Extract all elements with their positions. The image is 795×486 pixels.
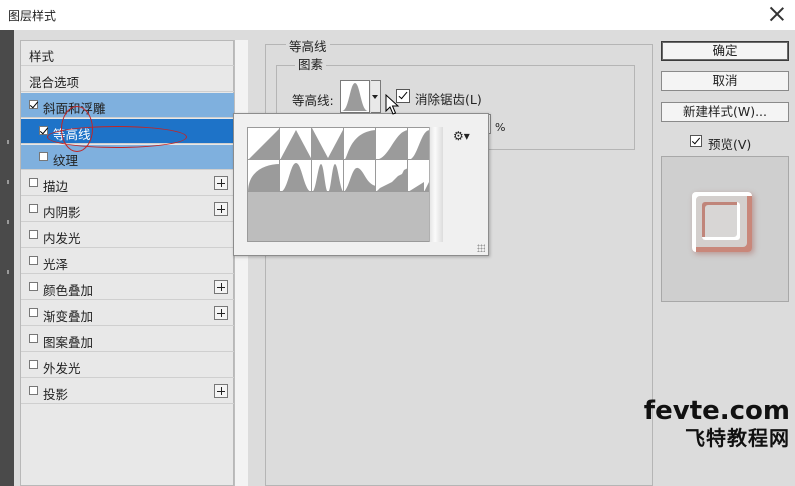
ring-double-contour-icon bbox=[312, 164, 344, 192]
style-list-header[interactable]: 样式 bbox=[21, 41, 234, 66]
style-item-inner-shadow[interactable]: 内阴影 bbox=[21, 197, 234, 222]
inner-glow-checkbox[interactable] bbox=[29, 230, 38, 239]
contour-picker-scrollbar[interactable] bbox=[429, 127, 443, 242]
contour-preset-rounded-steps[interactable] bbox=[376, 160, 408, 192]
style-item-label: 纹理 bbox=[53, 153, 79, 168]
style-item-gradient-overlay[interactable]: 渐变叠加 bbox=[21, 301, 234, 326]
style-item-bevel-emboss[interactable]: 斜面和浮雕 bbox=[21, 93, 234, 118]
style-list: 样式 混合选项 斜面和浮雕 等高线 纹理 描边 内阴影 内发光 光泽 颜色叠加 … bbox=[20, 40, 248, 486]
style-item-inner-glow[interactable]: 内发光 bbox=[21, 223, 234, 248]
contour-preset-grid bbox=[247, 127, 443, 242]
style-item-label: 内发光 bbox=[43, 231, 81, 246]
gear-icon[interactable]: ⚙▾ bbox=[453, 129, 471, 143]
style-item-stroke[interactable]: 描边 bbox=[21, 171, 234, 196]
preview-tile bbox=[692, 192, 752, 252]
style-item-outer-glow[interactable]: 外发光 bbox=[21, 353, 234, 378]
style-preview-thumbnail bbox=[661, 156, 789, 302]
contour-label: 等高线: bbox=[292, 93, 334, 108]
contour-dropdown-arrow[interactable] bbox=[371, 80, 381, 113]
title-bar: 图层样式 bbox=[0, 0, 795, 30]
rounded-steps-contour-icon bbox=[376, 168, 408, 192]
style-item-drop-shadow[interactable]: 投影 bbox=[21, 379, 234, 404]
cone-contour-icon bbox=[280, 130, 312, 160]
ring-contour-icon bbox=[280, 163, 312, 192]
resize-grip-icon[interactable] bbox=[477, 244, 485, 252]
bevel-emboss-checkbox[interactable] bbox=[29, 100, 38, 109]
preview-checkbox[interactable] bbox=[690, 135, 702, 147]
edge-marker bbox=[7, 180, 9, 184]
watermark-line1: fevte.com bbox=[643, 396, 790, 426]
cove-deep-contour-icon bbox=[344, 130, 376, 160]
stroke-checkbox[interactable] bbox=[29, 178, 38, 187]
satin-checkbox[interactable] bbox=[29, 256, 38, 265]
rolling-slope-contour-icon bbox=[344, 167, 376, 192]
add-inner-shadow-icon[interactable] bbox=[214, 202, 228, 216]
cancel-button[interactable]: 取消 bbox=[661, 71, 789, 91]
contour-preset-rolling-slope[interactable] bbox=[344, 160, 376, 192]
edge-marker bbox=[7, 270, 9, 274]
style-item-label: 内阴影 bbox=[43, 205, 81, 220]
preview-label: 预览(V) bbox=[708, 137, 752, 152]
elements-group-title: 图素 bbox=[295, 54, 327, 73]
contour-curve-icon bbox=[342, 83, 368, 111]
inner-shadow-checkbox[interactable] bbox=[29, 204, 38, 213]
style-item-color-overlay[interactable]: 颜色叠加 bbox=[21, 275, 234, 300]
contour-checkbox[interactable] bbox=[39, 126, 48, 135]
add-gradient-overlay-icon[interactable] bbox=[214, 306, 228, 320]
contour-preset-cove-deep[interactable] bbox=[344, 128, 376, 160]
contour-preset-ring-double[interactable] bbox=[312, 160, 344, 192]
preview-toggle[interactable]: 预览(V) bbox=[690, 133, 790, 152]
watermark: fevte.com 飞特教程网 bbox=[620, 396, 790, 450]
style-item-label: 光泽 bbox=[43, 257, 69, 272]
pattern-overlay-checkbox[interactable] bbox=[29, 334, 38, 343]
range-unit: % bbox=[495, 121, 506, 134]
window-title: 图层样式 bbox=[8, 9, 57, 23]
style-item-texture[interactable]: 纹理 bbox=[21, 145, 234, 170]
blend-options-label: 混合选项 bbox=[29, 75, 80, 90]
contour-preset-half-round[interactable] bbox=[248, 160, 280, 192]
add-color-overlay-icon[interactable] bbox=[214, 280, 228, 294]
style-item-label: 投影 bbox=[43, 387, 69, 402]
annotation-circle bbox=[61, 106, 93, 152]
contour-preset-cone[interactable] bbox=[280, 128, 312, 160]
close-icon[interactable] bbox=[767, 4, 787, 24]
cove-shallow-contour-icon bbox=[376, 130, 408, 160]
mouse-cursor-icon bbox=[385, 94, 400, 115]
color-overlay-checkbox[interactable] bbox=[29, 282, 38, 291]
style-item-label: 描边 bbox=[43, 179, 69, 194]
background-app-edge bbox=[0, 30, 14, 486]
style-list-scrollbar[interactable] bbox=[234, 40, 248, 486]
edge-marker bbox=[7, 220, 9, 224]
style-item-satin[interactable]: 光泽 bbox=[21, 249, 234, 274]
style-item-pattern-overlay[interactable]: 图案叠加 bbox=[21, 327, 234, 352]
style-item-label: 图案叠加 bbox=[43, 335, 94, 350]
style-item-label: 外发光 bbox=[43, 361, 81, 376]
style-item-label: 渐变叠加 bbox=[43, 309, 94, 324]
contour-group-title: 等高线 bbox=[286, 36, 330, 55]
contour-preset-cove-shallow[interactable] bbox=[376, 128, 408, 160]
style-item-label: 颜色叠加 bbox=[43, 283, 94, 298]
add-stroke-icon[interactable] bbox=[214, 176, 228, 190]
anti-alias-label: 消除锯齿(L) bbox=[415, 92, 482, 107]
cone-inverted-contour-icon bbox=[312, 128, 344, 160]
half-round-contour-icon bbox=[248, 164, 280, 192]
drop-shadow-checkbox[interactable] bbox=[29, 386, 38, 395]
contour-preset-cone-inverted[interactable] bbox=[312, 128, 344, 160]
outer-glow-checkbox[interactable] bbox=[29, 360, 38, 369]
contour-picker-popup: ⚙▾ bbox=[233, 113, 489, 256]
watermark-line2: 飞特教程网 bbox=[685, 426, 790, 450]
new-style-button[interactable]: 新建样式(W)... bbox=[661, 102, 789, 122]
gradient-overlay-checkbox[interactable] bbox=[29, 308, 38, 317]
style-list-header-label: 样式 bbox=[29, 49, 55, 64]
blend-options-item[interactable]: 混合选项 bbox=[21, 67, 234, 92]
contour-preview-button[interactable] bbox=[340, 80, 370, 113]
linear-contour-icon bbox=[248, 128, 280, 160]
contour-preset-ring[interactable] bbox=[280, 160, 312, 192]
edge-marker bbox=[7, 140, 9, 144]
texture-checkbox[interactable] bbox=[39, 152, 48, 161]
ok-button[interactable]: 确定 bbox=[661, 41, 789, 61]
contour-preset-linear[interactable] bbox=[248, 128, 280, 160]
add-drop-shadow-icon[interactable] bbox=[214, 384, 228, 398]
